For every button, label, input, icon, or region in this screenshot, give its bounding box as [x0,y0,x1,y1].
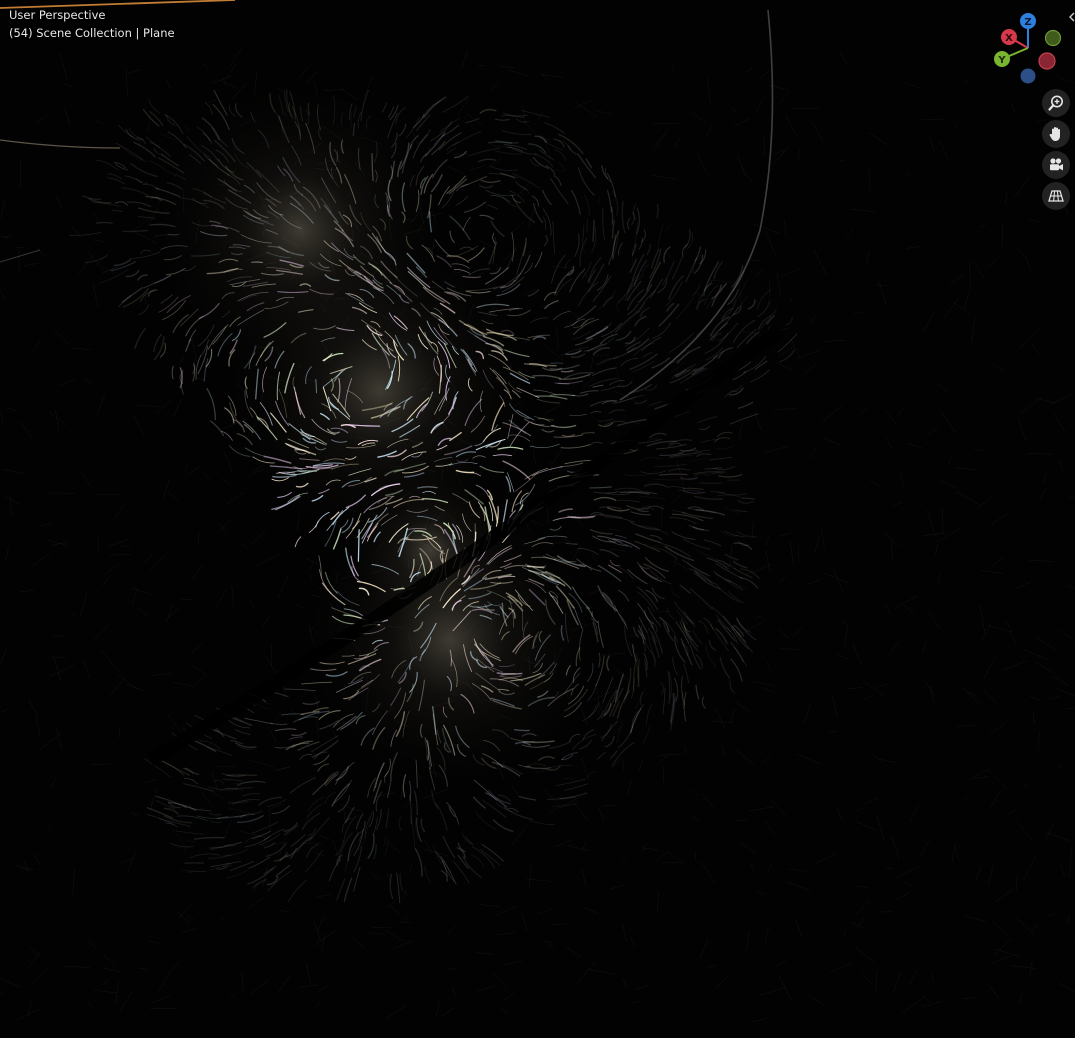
mesh-outline [619,9,774,401]
selected-object-outline [0,0,236,9]
gizmo-neg-z[interactable] [1020,68,1036,84]
camera-view-button[interactable] [1042,151,1070,179]
pan-button[interactable] [1042,120,1070,148]
zoom-button[interactable] [1042,89,1070,117]
mesh-outline-left [0,139,121,149]
grid-icon [1048,190,1064,202]
collection-info-label: (54) Scene Collection | Plane [9,26,175,40]
perspective-toggle-button[interactable] [1042,182,1070,210]
hand-icon [1049,127,1060,141]
camera-icon [1050,158,1063,171]
gizmo-neg-y[interactable] [1044,29,1062,47]
gizmo-y-label: Y [997,55,1006,66]
gizmo-z-label: Z [1024,17,1031,28]
hair-strands [0,0,1075,1023]
mesh-outline-left-2 [0,249,41,263]
navigation-gizmo[interactable]: Z X Y [990,10,1065,85]
gizmo-neg-x[interactable] [1038,52,1056,70]
3d-viewport[interactable]: User Perspective (54) Scene Collection |… [0,0,1075,1038]
particle-hair-render [0,0,1075,1023]
zoom-icon [1048,95,1063,111]
view-name-label: User Perspective [9,8,106,22]
gizmo-x-label: X [1005,33,1013,44]
sidebar-toggle-icon[interactable] [1068,10,1075,24]
